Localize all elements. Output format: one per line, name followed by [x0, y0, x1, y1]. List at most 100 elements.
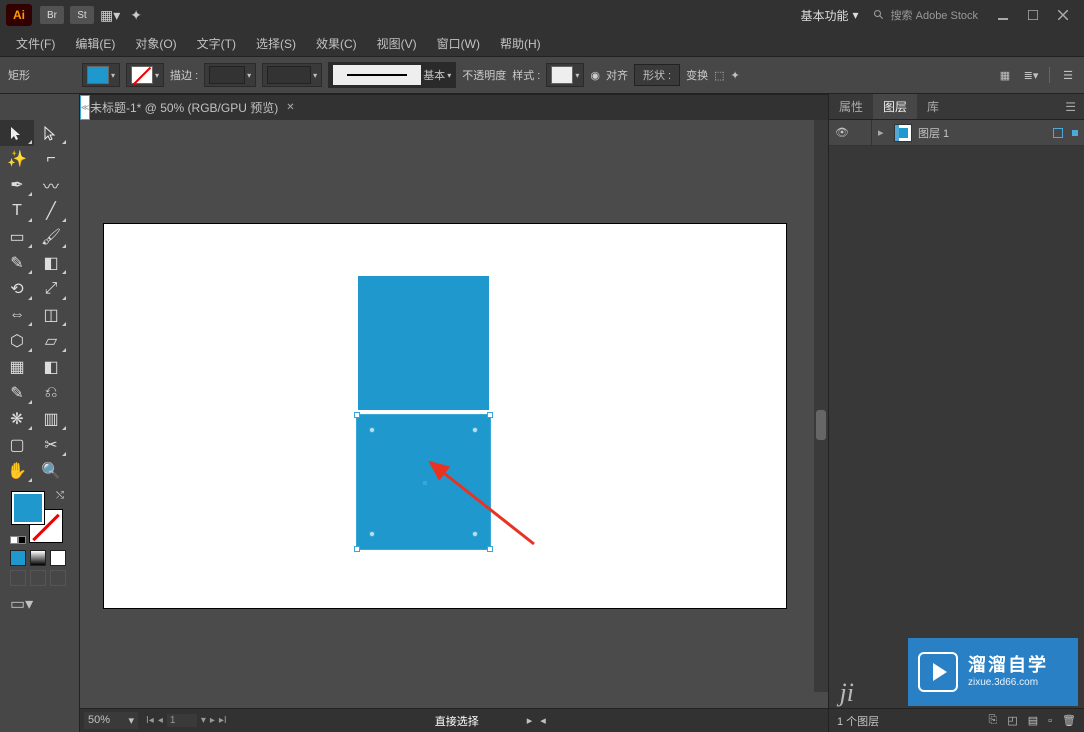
make-clipping-mask-icon[interactable]: ◰: [1007, 714, 1017, 727]
line-tool[interactable]: ╱: [34, 198, 68, 224]
none-color-icon[interactable]: [50, 550, 66, 566]
artboard[interactable]: [104, 224, 786, 608]
menu-type[interactable]: 文字(T): [187, 31, 246, 56]
draw-behind-icon[interactable]: [30, 570, 46, 586]
panel-menu-icon[interactable]: ☰: [1057, 100, 1084, 114]
fill-stroke-swatch[interactable]: ⤭: [12, 492, 62, 542]
perspective-tool[interactable]: ▱: [34, 328, 68, 354]
canvas[interactable]: [80, 120, 828, 708]
crop-icon[interactable]: ✦: [730, 69, 739, 82]
workspace-switcher[interactable]: 基本功能 ▾: [801, 7, 859, 24]
stroke-width[interactable]: ▾: [204, 63, 256, 87]
gpu-icon[interactable]: ✦: [130, 7, 142, 24]
target-icon[interactable]: [1053, 128, 1063, 138]
swap-colors-icon[interactable]: ⤭: [56, 490, 64, 501]
blend-tool[interactable]: ⎌: [34, 380, 68, 406]
first-artboard-icon[interactable]: I◂: [146, 715, 154, 726]
shaper-tool[interactable]: ✎: [0, 250, 34, 276]
corner-widget-tl[interactable]: [369, 427, 375, 433]
menu-file[interactable]: 文件(F): [6, 31, 65, 56]
scale-tool[interactable]: ⤢: [34, 276, 68, 302]
transform-label[interactable]: 变换: [686, 67, 708, 83]
menu-help[interactable]: 帮助(H): [490, 31, 551, 56]
layer-name[interactable]: 图层 1: [918, 125, 949, 141]
hint-prev-icon[interactable]: ◂: [540, 714, 546, 727]
brush-preview[interactable]: 基本▾: [328, 62, 456, 88]
tab-close-icon[interactable]: ✕: [286, 102, 294, 113]
menu-edit[interactable]: 编辑(E): [65, 31, 125, 56]
menu-object[interactable]: 对象(O): [125, 31, 186, 56]
stroke-profile[interactable]: ▾: [262, 63, 322, 87]
close-button[interactable]: [1050, 5, 1076, 25]
panel-menu-icon[interactable]: ☰: [1060, 67, 1076, 83]
zoom-tool[interactable]: 🔍: [34, 458, 68, 484]
tab-grip-icon[interactable]: ≪: [80, 95, 90, 120]
rotate-tool[interactable]: ⟲: [0, 276, 34, 302]
zoom-field[interactable]: 50%▾: [84, 712, 138, 729]
handle-tl[interactable]: [354, 412, 360, 418]
draw-normal-icon[interactable]: [10, 570, 26, 586]
create-sublayer-icon[interactable]: ▤: [1028, 714, 1038, 727]
lasso-tool[interactable]: ⌐: [34, 146, 68, 172]
last-artboard-icon[interactable]: ▸I: [219, 715, 227, 726]
delete-layer-icon[interactable]: 🗑: [1062, 714, 1076, 727]
eyedropper-tool[interactable]: ✎: [0, 380, 34, 406]
gradient-icon[interactable]: [30, 550, 46, 566]
slice-tool[interactable]: ✂: [34, 432, 68, 458]
mesh-tool[interactable]: ▦: [0, 354, 34, 380]
shape-button[interactable]: 形状 :: [634, 64, 680, 86]
default-colors-icon[interactable]: [10, 536, 26, 544]
disclosure-icon[interactable]: ▸: [878, 126, 888, 139]
handle-bl[interactable]: [354, 546, 360, 552]
artboard-chevron-icon[interactable]: ▾: [201, 715, 206, 726]
type-tool[interactable]: T: [0, 198, 34, 224]
tab-properties[interactable]: 属性: [829, 94, 873, 119]
rectangle-tool[interactable]: ▭: [0, 224, 34, 250]
recolor-icon[interactable]: ◉: [590, 69, 600, 82]
magic-wand-tool[interactable]: ✨: [0, 146, 34, 172]
align-label[interactable]: 对齐: [606, 67, 628, 83]
menu-effect[interactable]: 效果(C): [306, 31, 367, 56]
opacity-label[interactable]: 不透明度: [462, 67, 506, 83]
pen-tool[interactable]: ✒: [0, 172, 34, 198]
fill-color-icon[interactable]: [12, 492, 44, 524]
locate-object-icon[interactable]: ⎘: [989, 714, 998, 727]
draw-inside-icon[interactable]: [50, 570, 66, 586]
scrollbar-thumb[interactable]: [816, 410, 826, 440]
grid-icon[interactable]: ▦: [997, 67, 1013, 83]
corner-widget-tr[interactable]: [472, 427, 478, 433]
gradient-tool[interactable]: ◧: [34, 354, 68, 380]
maximize-button[interactable]: [1020, 5, 1046, 25]
document-tab[interactable]: 未标题-1* @ 50% (RGB/GPU 预览) ✕: [80, 95, 305, 120]
corner-widget-bl[interactable]: [369, 531, 375, 537]
shape-rectangle-1[interactable]: [358, 276, 489, 410]
style-swatch[interactable]: ▾: [546, 63, 584, 87]
stock-icon[interactable]: St: [70, 6, 94, 24]
artboard-tool[interactable]: ▢: [0, 432, 34, 458]
graph-tool[interactable]: ▥: [34, 406, 68, 432]
solid-color-icon[interactable]: [10, 550, 26, 566]
free-transform-tool[interactable]: ◫: [34, 302, 68, 328]
screen-mode-icon[interactable]: ▭▾: [0, 590, 79, 618]
direct-selection-tool[interactable]: [34, 120, 68, 146]
stroke-swatch[interactable]: ▾: [126, 63, 164, 87]
width-tool[interactable]: ⇔: [0, 302, 34, 328]
shape-builder-tool[interactable]: ⬡: [0, 328, 34, 354]
menu-select[interactable]: 选择(S): [246, 31, 306, 56]
isolate-icon[interactable]: ⬚: [714, 69, 724, 82]
selection-color-icon[interactable]: [1072, 130, 1078, 136]
vertical-scrollbar[interactable]: [814, 120, 828, 692]
eraser-tool[interactable]: ◧: [34, 250, 68, 276]
paintbrush-tool[interactable]: 🖌: [34, 224, 68, 250]
curvature-tool[interactable]: 〰: [34, 172, 68, 198]
bridge-icon[interactable]: Br: [40, 6, 64, 24]
list-icon[interactable]: ≣▾: [1023, 67, 1039, 83]
layer-row[interactable]: 👁 ▸ 图层 1: [829, 120, 1084, 146]
arrange-docs-icon[interactable]: ▦▾: [100, 7, 120, 24]
handle-tr[interactable]: [487, 412, 493, 418]
artboard-number[interactable]: 1: [167, 714, 197, 727]
layer-thumbnail[interactable]: [894, 124, 912, 142]
tab-libraries[interactable]: 库: [917, 94, 949, 119]
minimize-button[interactable]: [990, 5, 1016, 25]
next-artboard-icon[interactable]: ▸: [210, 715, 215, 726]
